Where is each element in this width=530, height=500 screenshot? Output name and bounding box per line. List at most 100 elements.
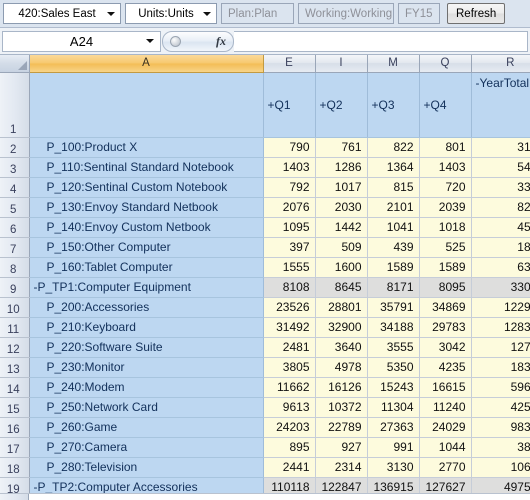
data-cell[interactable]: 439 — [367, 237, 420, 258]
data-cell[interactable]: 33019 — [471, 277, 530, 298]
data-cell[interactable]: 27363 — [367, 417, 420, 438]
data-cell[interactable]: 2314 — [315, 457, 368, 478]
data-cell[interactable]: 1286 — [315, 157, 368, 178]
row-header-18[interactable]: 18 — [0, 457, 30, 478]
dimension-corner-cell[interactable] — [29, 72, 264, 138]
period-header-q2[interactable]: +Q2 — [315, 72, 368, 138]
data-cell[interactable]: 3174 — [471, 137, 530, 158]
data-cell[interactable]: 1017 — [315, 177, 368, 198]
data-cell[interactable]: 3805 — [263, 357, 316, 378]
data-cell[interactable]: 12718 — [471, 337, 530, 358]
member-cell[interactable]: P_160:Tablet Computer — [29, 257, 264, 278]
data-cell[interactable]: 4235 — [419, 357, 472, 378]
row-header-8[interactable]: 8 — [0, 257, 30, 278]
data-cell[interactable]: 5350 — [367, 357, 420, 378]
data-cell[interactable]: 15243 — [367, 377, 420, 398]
member-cell[interactable]: P_110:Sentinal Standard Notebook — [29, 157, 264, 178]
row-header-5[interactable]: 5 — [0, 197, 30, 218]
data-cell[interactable]: 8171 — [367, 277, 420, 298]
data-cell[interactable]: 720 — [419, 177, 472, 198]
data-cell[interactable]: 1095 — [263, 217, 316, 238]
data-cell[interactable]: 792 — [263, 177, 316, 198]
data-cell[interactable]: 895 — [263, 437, 316, 458]
row-header-16[interactable]: 16 — [0, 417, 30, 438]
member-cell[interactable]: P_130:Envoy Standard Netbook — [29, 197, 264, 218]
data-cell[interactable]: 98384 — [471, 417, 530, 438]
data-cell[interactable]: 3344 — [471, 177, 530, 198]
member-cell[interactable]: P_260:Game — [29, 417, 264, 438]
data-cell[interactable]: 4978 — [315, 357, 368, 378]
data-cell[interactable]: 1364 — [367, 157, 420, 178]
formula-input[interactable] — [234, 30, 528, 52]
column-header-e[interactable]: E — [263, 55, 316, 73]
data-cell[interactable]: 991 — [367, 437, 420, 458]
data-cell[interactable]: 35791 — [367, 297, 420, 318]
data-cell[interactable]: 8645 — [315, 277, 368, 298]
row-header-14[interactable]: 14 — [0, 377, 30, 398]
refresh-button[interactable]: Refresh — [447, 3, 506, 24]
member-cell[interactable]: P_270:Camera — [29, 437, 264, 458]
data-cell[interactable]: 2039 — [419, 197, 472, 218]
data-cell[interactable]: 24203 — [263, 417, 316, 438]
data-cell[interactable]: 22789 — [315, 417, 368, 438]
data-cell[interactable]: 128363 — [471, 317, 530, 338]
data-cell[interactable]: 1589 — [419, 257, 472, 278]
column-header-i[interactable]: I — [315, 55, 368, 73]
data-cell[interactable]: 2101 — [367, 197, 420, 218]
data-cell[interactable]: 34188 — [367, 317, 420, 338]
formula-fx-group[interactable]: fx — [162, 30, 234, 52]
row-header-6[interactable]: 6 — [0, 217, 30, 238]
data-cell[interactable]: 29783 — [419, 317, 472, 338]
select-all-corner[interactable] — [0, 55, 30, 73]
data-cell[interactable]: 8095 — [419, 277, 472, 298]
member-cell[interactable]: P_240:Modem — [29, 377, 264, 398]
member-cell[interactable]: P_210:Keyboard — [29, 317, 264, 338]
column-header-m[interactable]: M — [367, 55, 420, 73]
data-cell[interactable]: 31492 — [263, 317, 316, 338]
data-cell[interactable]: 122987 — [471, 297, 530, 318]
row-header-1[interactable]: 1 — [0, 72, 30, 138]
member-cell[interactable]: P_250:Network Card — [29, 397, 264, 418]
member-cell[interactable]: P_100:Product X — [29, 137, 264, 158]
data-cell[interactable]: 5456 — [471, 157, 530, 178]
spreadsheet-grid[interactable]: A E I M Q R 1 +Q1 +Q2 +Q3 +Q4 -YearTotal… — [0, 55, 530, 500]
data-cell[interactable]: 24029 — [419, 417, 472, 438]
column-header-r[interactable]: R — [471, 55, 530, 73]
data-cell[interactable]: 2030 — [315, 197, 368, 218]
data-cell[interactable]: 1403 — [263, 157, 316, 178]
data-cell[interactable]: 4596 — [471, 217, 530, 238]
member-cell[interactable]: P_280:Television — [29, 457, 264, 478]
data-cell[interactable]: 32900 — [315, 317, 368, 338]
data-cell[interactable]: 11240 — [419, 397, 472, 418]
name-box[interactable]: A24 — [2, 30, 161, 52]
data-cell[interactable]: 397 — [263, 237, 316, 258]
data-cell[interactable]: 16126 — [315, 377, 368, 398]
data-cell[interactable]: 28801 — [315, 297, 368, 318]
row-header-2[interactable]: 2 — [0, 137, 30, 158]
pov-scenario-field[interactable]: Plan:Plan — [221, 3, 294, 24]
data-cell[interactable]: 3130 — [367, 457, 420, 478]
row-header-17[interactable]: 17 — [0, 437, 30, 458]
data-cell[interactable]: 822 — [367, 137, 420, 158]
row-header-13[interactable]: 13 — [0, 357, 30, 378]
member-cell[interactable]: -P_TP1:Computer Equipment — [29, 277, 264, 298]
member-cell[interactable]: P_220:Software Suite — [29, 337, 264, 358]
data-cell[interactable]: 1403 — [419, 157, 472, 178]
insert-function-dot-icon[interactable] — [170, 35, 181, 47]
period-header-q1[interactable]: +Q1 — [263, 72, 316, 138]
data-cell[interactable]: 927 — [315, 437, 368, 458]
data-cell[interactable]: 8246 — [471, 197, 530, 218]
data-cell[interactable]: 1870 — [471, 237, 530, 258]
period-header-q4[interactable]: +Q4 — [419, 72, 472, 138]
data-cell[interactable]: 1018 — [419, 217, 472, 238]
member-cell[interactable]: P_200:Accessories — [29, 297, 264, 318]
row-header-11[interactable]: 11 — [0, 317, 30, 338]
column-header-q[interactable]: Q — [419, 55, 472, 73]
member-cell[interactable]: P_120:Sentinal Custom Notebook — [29, 177, 264, 198]
data-cell[interactable]: 16615 — [419, 377, 472, 398]
row-header-9[interactable]: 9 — [0, 277, 30, 298]
period-header-yeartotal[interactable]: -YearTotal — [471, 72, 530, 138]
member-cell[interactable]: P_140:Envoy Custom Netbook — [29, 217, 264, 238]
data-cell[interactable]: 1589 — [367, 257, 420, 278]
row-header-10[interactable]: 10 — [0, 297, 30, 318]
